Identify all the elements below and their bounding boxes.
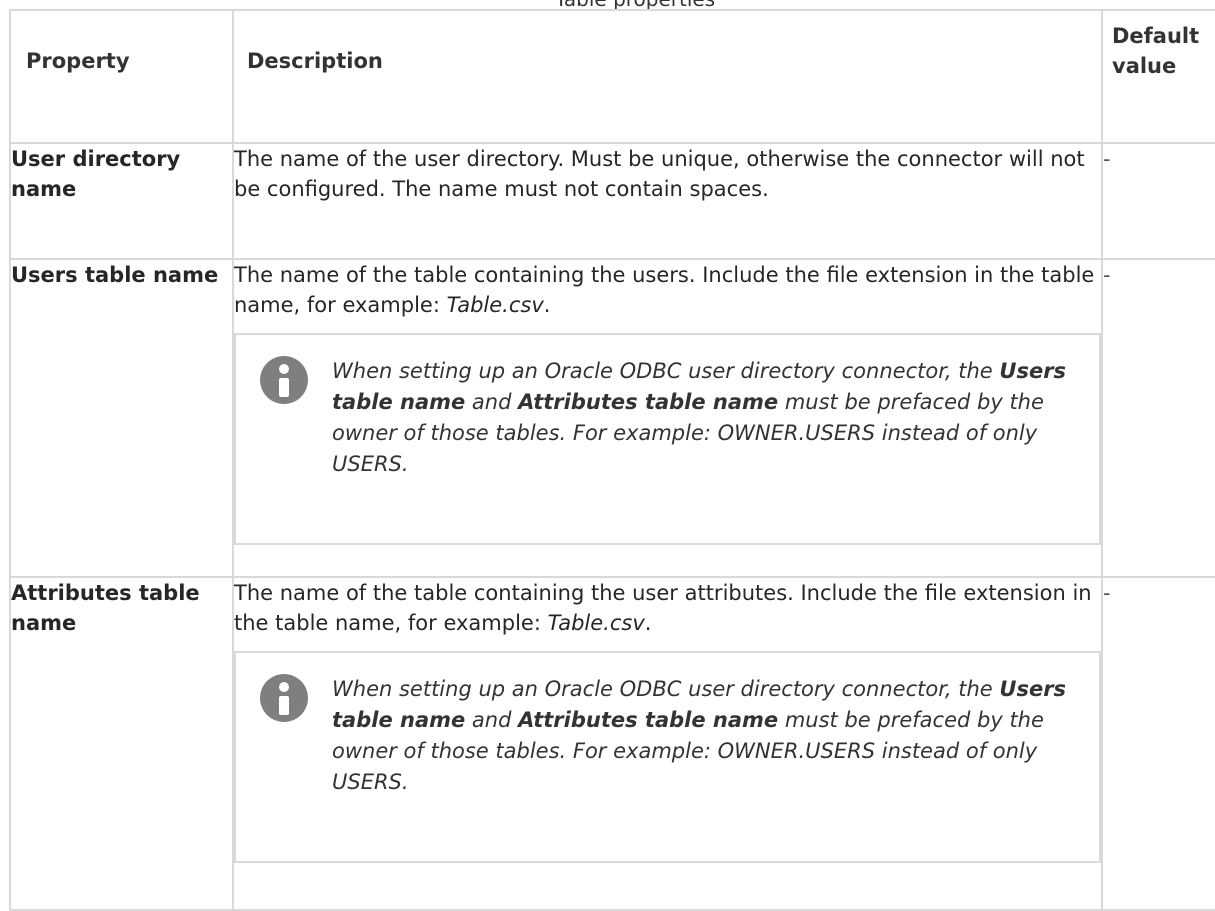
property-description: The name of the table containing the use… xyxy=(234,578,1101,638)
note-text-part: and xyxy=(465,708,519,732)
info-icon xyxy=(260,356,308,404)
table-row: Attributes table name The name of the ta… xyxy=(9,576,1215,911)
property-name: Users table name xyxy=(9,258,234,578)
property-description-cell: The name of the table containing the use… xyxy=(232,258,1103,578)
properties-table: Property Description Default value User … xyxy=(9,9,1215,911)
table-caption-fragment: Table properties xyxy=(555,0,715,9)
description-end: . xyxy=(543,293,551,317)
table-header-row: Property Description Default value xyxy=(9,9,1215,144)
description-text: The name of the table containing the use… xyxy=(234,263,1095,317)
description-text: The name of the table containing the use… xyxy=(234,581,1092,635)
property-description: The name of the user directory. Must be … xyxy=(232,142,1103,260)
default-value: - xyxy=(1101,576,1215,911)
note-box: When setting up an Oracle ODBC user dire… xyxy=(234,333,1101,545)
property-description-cell: The name of the table containing the use… xyxy=(232,576,1103,911)
note-text-part: When setting up an Oracle ODBC user dire… xyxy=(332,677,1000,701)
default-value: - xyxy=(1101,142,1215,260)
header-description: Description xyxy=(232,9,1103,144)
description-end: . xyxy=(644,611,652,635)
example-filename: Table.csv xyxy=(446,293,544,317)
property-description: The name of the table containing the use… xyxy=(234,260,1101,320)
note-bold-attributes-table: Attributes table name xyxy=(518,708,779,732)
header-property: Property xyxy=(9,9,234,144)
default-value: - xyxy=(1101,258,1215,578)
table-row: Users table name The name of the table c… xyxy=(9,258,1215,578)
note-text: When setting up an Oracle ODBC user dire… xyxy=(332,674,1071,798)
note-text-part: When setting up an Oracle ODBC user dire… xyxy=(332,359,1000,383)
example-filename: Table.csv xyxy=(547,611,645,635)
info-icon xyxy=(260,674,308,722)
note-bold-attributes-table: Attributes table name xyxy=(518,390,779,414)
header-default-value: Default value xyxy=(1101,9,1215,144)
property-name: Attributes table name xyxy=(9,576,234,911)
note-text: When setting up an Oracle ODBC user dire… xyxy=(332,356,1071,480)
property-name: User directory name xyxy=(9,142,234,260)
note-text-part: and xyxy=(465,390,519,414)
table-row: User directory name The name of the user… xyxy=(9,142,1215,260)
note-box: When setting up an Oracle ODBC user dire… xyxy=(234,651,1101,863)
